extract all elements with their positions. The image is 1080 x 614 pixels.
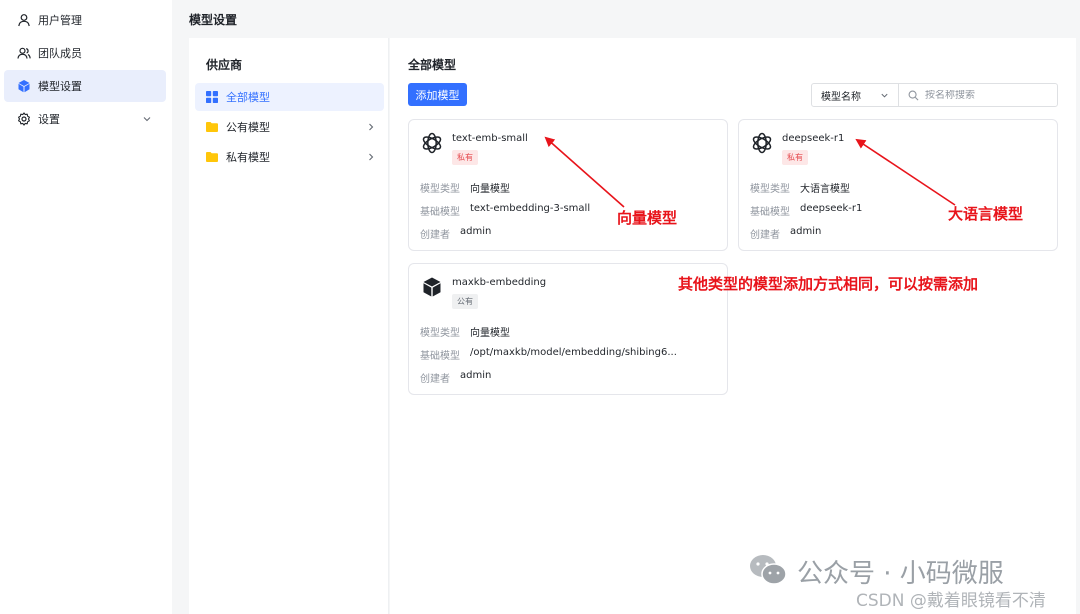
page-title: 模型设置	[189, 13, 238, 27]
creator-label: 创建者	[420, 230, 450, 241]
base-model-row: 基础模型 deepseek-r1	[750, 203, 862, 218]
creator-value: admin	[460, 370, 492, 381]
provider-title: 供应商	[206, 58, 243, 72]
creator-row: 创建者 admin	[750, 226, 821, 241]
add-model-button[interactable]: 添加模型	[408, 83, 467, 106]
model-name: maxkb-embedding	[452, 277, 547, 288]
cube-icon	[17, 79, 31, 93]
gear-icon	[17, 112, 31, 126]
base-model-value: deepseek-r1	[800, 203, 863, 214]
model-type-value: 向量模型	[470, 184, 510, 195]
model-name: text-emb-small	[452, 133, 528, 144]
model-type-label: 模型类型	[420, 328, 460, 339]
model-card-deepseek-r1[interactable]: deepseek-r1 私有 模型类型 大语言模型 基础模型 deepseek-…	[738, 119, 1058, 251]
search-bar: 模型名称	[811, 83, 1058, 107]
chevron-down-icon	[142, 114, 152, 124]
provider-item-label: 全部模型	[226, 91, 270, 104]
creator-label: 创建者	[420, 374, 450, 385]
user-icon	[17, 13, 31, 27]
search-field-wrap	[899, 84, 1057, 106]
base-model-label: 基础模型	[750, 207, 790, 218]
openai-icon	[420, 131, 444, 155]
chevron-down-icon	[880, 91, 889, 100]
search-input[interactable]	[925, 89, 1045, 101]
public-badge: 公有	[452, 294, 478, 309]
model-type-row: 模型类型 向量模型	[420, 180, 510, 195]
model-type-label: 模型类型	[750, 184, 790, 195]
vector-model-annotation: 向量模型	[617, 209, 678, 227]
model-type-value: 大语言模型	[800, 184, 850, 195]
model-card-text-emb-small[interactable]: text-emb-small 私有 模型类型 向量模型 基础模型 text-em…	[408, 119, 728, 251]
note-annotation: 其他类型的模型添加方式相同，可以按需添加	[678, 275, 979, 293]
model-type-row: 模型类型 大语言模型	[750, 180, 850, 195]
base-model-label: 基础模型	[420, 207, 460, 218]
chevron-right-icon	[366, 152, 376, 162]
model-type-value: 向量模型	[470, 328, 510, 339]
models-title: 全部模型	[408, 58, 457, 72]
search-select-value: 模型名称	[821, 91, 861, 103]
provider-panel: 供应商 全部模型 公有模型 私有模型	[189, 38, 389, 614]
base-model-row: 基础模型 /opt/maxkb/model/embedding/shibing6…	[420, 347, 677, 362]
sidebar-item-model-settings[interactable]: 模型设置	[4, 70, 166, 102]
base-model-row: 基础模型 text-embedding-3-small	[420, 203, 590, 218]
private-badge: 私有	[782, 150, 808, 165]
sidebar-item-label: 用户管理	[38, 14, 82, 27]
model-name: deepseek-r1	[782, 133, 845, 144]
provider-item-label: 公有模型	[226, 121, 270, 134]
sidebar: 用户管理 团队成员 模型设置 设置	[0, 0, 172, 614]
sidebar-item-label: 模型设置	[38, 80, 82, 93]
watermark-csdn: CSDN @戴着眼镜看不清	[856, 591, 1046, 611]
sidebar-item-team-members[interactable]: 团队成员	[4, 37, 166, 69]
creator-row: 创建者 admin	[420, 370, 491, 385]
llm-annotation: 大语言模型	[948, 205, 1024, 223]
provider-item-private-models[interactable]: 私有模型	[195, 143, 384, 171]
sidebar-item-user-management[interactable]: 用户管理	[4, 4, 166, 36]
provider-item-label: 私有模型	[226, 151, 270, 164]
base-model-value: /opt/maxkb/model/embedding/shibing6...	[470, 347, 677, 358]
base-model-value: text-embedding-3-small	[470, 203, 591, 214]
creator-label: 创建者	[750, 230, 780, 241]
chevron-right-icon	[366, 122, 376, 132]
creator-value: admin	[790, 226, 822, 237]
wechat-icon	[748, 553, 788, 587]
cube-icon	[420, 275, 444, 299]
creator-value: admin	[460, 226, 492, 237]
search-icon	[908, 90, 919, 101]
private-badge: 私有	[452, 150, 478, 165]
openai-icon	[750, 131, 774, 155]
creator-row: 创建者 admin	[420, 226, 491, 241]
folder-icon	[206, 121, 218, 133]
folder-icon	[206, 151, 218, 163]
search-field-select[interactable]: 模型名称	[812, 84, 899, 106]
provider-item-all-models[interactable]: 全部模型	[195, 83, 384, 111]
sidebar-item-settings[interactable]: 设置	[4, 103, 166, 135]
provider-item-public-models[interactable]: 公有模型	[195, 113, 384, 141]
model-type-label: 模型类型	[420, 184, 460, 195]
sidebar-item-label: 设置	[38, 113, 60, 126]
watermark-official-account: 公众号 · 小码微服	[797, 559, 1004, 589]
model-type-row: 模型类型 向量模型	[420, 324, 510, 339]
team-icon	[17, 46, 31, 60]
sidebar-item-label: 团队成员	[38, 47, 82, 60]
base-model-label: 基础模型	[420, 351, 460, 362]
grid-icon	[206, 91, 218, 103]
